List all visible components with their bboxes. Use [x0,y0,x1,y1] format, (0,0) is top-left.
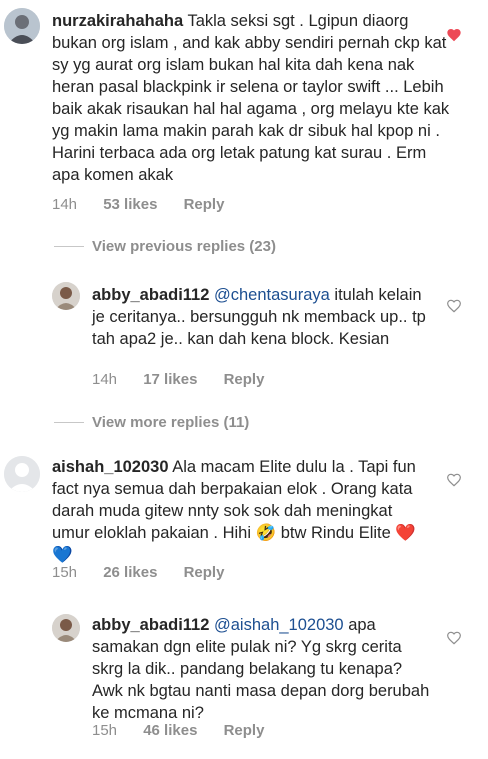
comment-username[interactable]: aishah_102030 [52,458,169,476]
comment-text: Takla seksi sgt . Lgipun diaorg bukan or… [52,12,450,184]
comment-likes[interactable]: 53 likes [103,196,157,213]
avatar[interactable] [4,8,40,44]
comment-time: 14h [52,196,78,213]
view-more-replies[interactable]: View more replies (11) [54,414,249,431]
divider-line [54,422,84,423]
reply-button[interactable]: Reply [224,371,265,388]
comment-body: nurzakirahahaha Takla seksi sgt . Lgipun… [52,10,452,186]
comment-meta: 15h 46 likes Reply [92,722,286,739]
comment-meta: 14h 17 likes Reply [92,371,286,388]
avatar[interactable] [4,456,40,492]
divider-line [54,246,84,247]
comment-mention[interactable]: @aishah_102030 [214,616,344,634]
comment-likes[interactable]: 46 likes [143,722,197,739]
comment-username[interactable]: abby_abadi112 [92,616,209,634]
comment-time: 15h [92,722,118,739]
heart-icon[interactable] [446,27,462,43]
user-avatar-icon [52,282,80,310]
comment-likes[interactable]: 26 likes [103,564,157,581]
avatar[interactable] [52,614,80,642]
reply-button[interactable]: Reply [184,196,225,213]
view-previous-replies-label[interactable]: View previous replies (23) [92,238,276,255]
default-avatar-icon [4,456,40,492]
comment-username[interactable]: abby_abadi112 [92,286,209,304]
user-avatar-icon [4,8,40,44]
comment-likes[interactable]: 17 likes [143,371,197,388]
comment-mention[interactable]: @chentasuraya [214,286,330,304]
comment-body: abby_abadi112 @aishah_102030 apa samakan… [92,614,434,724]
reply-button[interactable]: Reply [184,564,225,581]
comment-meta: 14h 53 likes Reply [52,196,246,213]
view-more-replies-label[interactable]: View more replies (11) [92,414,249,431]
comment-body: abby_abadi112 @chentasuraya itulah kelai… [92,284,434,350]
avatar[interactable] [52,282,80,310]
comment-meta: 15h 26 likes Reply [52,564,246,581]
heart-outline-icon[interactable] [446,298,462,314]
comment-time: 15h [52,564,78,581]
comment-username[interactable]: nurzakirahahaha [52,12,183,30]
user-avatar-icon [52,614,80,642]
heart-outline-icon[interactable] [446,472,462,488]
comment-time: 14h [92,371,118,388]
heart-outline-icon[interactable] [446,630,462,646]
reply-button[interactable]: Reply [224,722,265,739]
view-previous-replies[interactable]: View previous replies (23) [54,238,276,255]
comment-body: aishah_102030 Ala macam Elite dulu la . … [52,456,434,566]
